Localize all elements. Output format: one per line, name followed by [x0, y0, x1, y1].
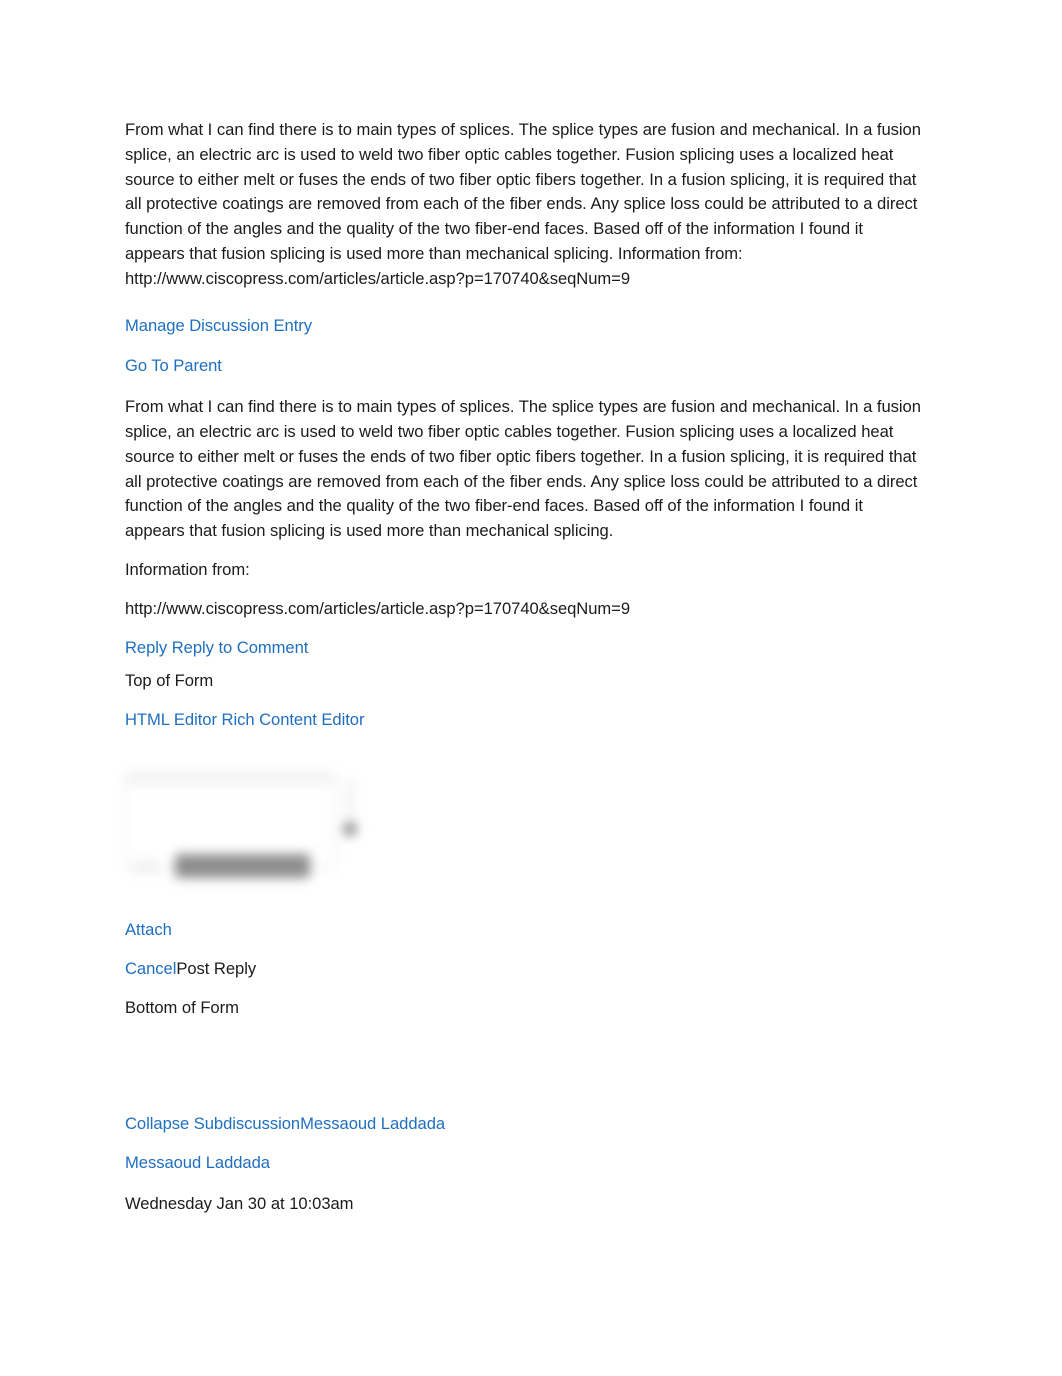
bottom-of-form-marker: Bottom of Form [125, 997, 239, 1017]
editor-footer-left-icon [133, 861, 159, 872]
post-reply-button[interactable]: Post Reply [176, 959, 256, 978]
discussion-entry-body-top: From what I can find there is to main ty… [125, 120, 921, 288]
cancel-link[interactable]: Cancel [125, 959, 176, 978]
manage-discussion-entry-link-row: Manage Discussion Entry [125, 314, 922, 339]
source-url-text: http://www.ciscopress.com/articles/artic… [125, 598, 631, 618]
collapse-subdiscussion-link[interactable]: Collapse SubdiscussionMessaoud Laddada [125, 1114, 445, 1133]
editor-toggle-row: HTML Editor Rich Content Editor [125, 708, 922, 733]
subdiscussion-author-link[interactable]: Messaoud Laddada [125, 1153, 270, 1172]
attach-link-row: Attach [125, 918, 922, 943]
document-page: From what I can find there is to main ty… [0, 0, 1062, 1376]
top-of-form-marker: Top of Form [125, 671, 214, 691]
editor-corner-dot-icon [343, 821, 357, 836]
discussion-entry-body-quoted: From what I can find there is to main ty… [125, 397, 921, 541]
rich-content-editor-toggle-link[interactable]: HTML Editor Rich Content Editor [125, 710, 365, 729]
collapse-subdiscussion-row: Collapse SubdiscussionMessaoud Laddada [125, 1112, 922, 1137]
document-body: From what I can find there is to main ty… [125, 118, 922, 1217]
reply-to-comment-link[interactable]: Reply Reply to Comment [125, 638, 308, 657]
go-to-parent-link[interactable]: Go To Parent [125, 356, 222, 375]
subdiscussion-author-row: Messaoud Laddada [125, 1151, 922, 1176]
rich-content-editor-screenshot[interactable] [125, 766, 363, 888]
reply-link-row: Reply Reply to Comment [125, 636, 922, 661]
form-actions-row: CancelPost Reply [125, 957, 922, 982]
subdiscussion-timestamp: Wednesday Jan 30 at 10:03am [125, 1193, 354, 1213]
editor-resize-handle-icon[interactable] [349, 779, 352, 820]
information-from-label: Information from: [125, 559, 250, 579]
manage-discussion-entry-link[interactable]: Manage Discussion Entry [125, 316, 312, 335]
attach-link[interactable]: Attach [125, 920, 172, 939]
editor-toolbar-strip-icon [127, 774, 333, 784]
editor-footer-bar-icon [175, 853, 310, 878]
go-to-parent-link-row: Go To Parent [125, 354, 922, 379]
